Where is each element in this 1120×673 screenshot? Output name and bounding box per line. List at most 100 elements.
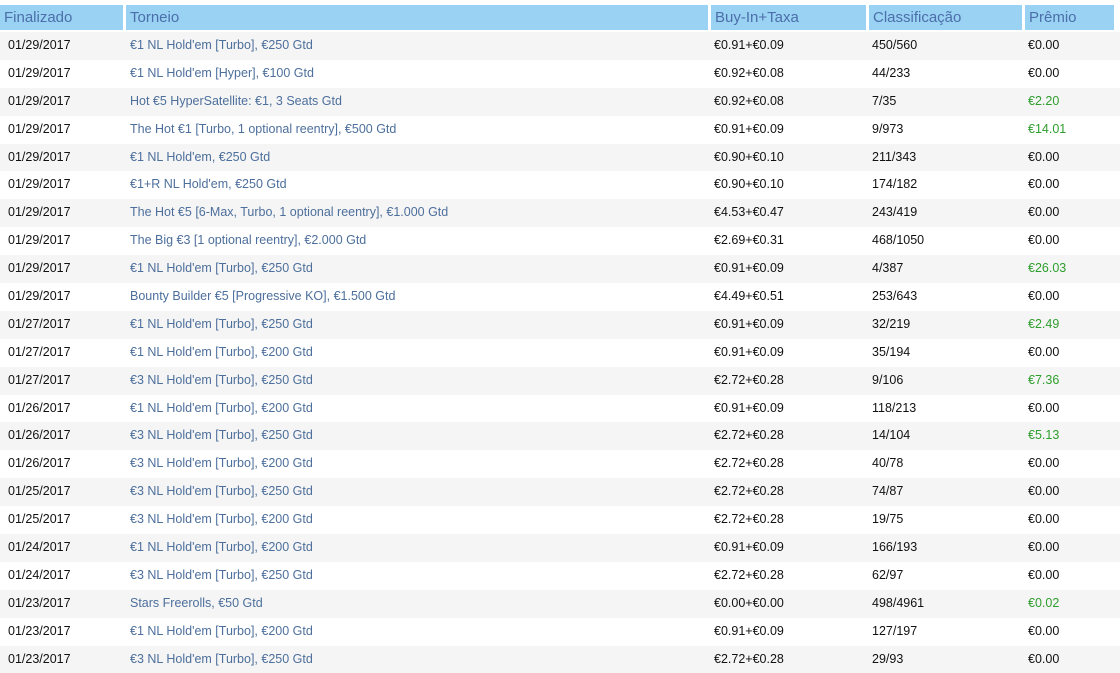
tournament-name-link[interactable]: Bounty Builder €5 [Progressive KO], €1.5… bbox=[122, 283, 706, 311]
table-row[interactable]: 01/29/2017 Hot €5 HyperSatellite: €1, 3 S… bbox=[0, 87, 1120, 116]
tournament-name-link[interactable]: €3 NL Hold'em [Turbo], €250 Gtd bbox=[122, 422, 706, 450]
finished-date-cell: 01/24/2017 bbox=[8, 567, 71, 582]
prize-cell: €0.00 bbox=[1028, 65, 1060, 80]
finished-date-cell: 01/25/2017 bbox=[8, 484, 71, 499]
finished-date-cell: 01/29/2017 bbox=[8, 205, 71, 220]
table-row[interactable]: 01/26/2017 €3 NL Hold'em [Turbo], €250 Gt… bbox=[0, 422, 1120, 451]
finished-date-cell: 01/27/2017 bbox=[8, 316, 71, 331]
column-header-finalizado[interactable]: Finalizado bbox=[0, 5, 123, 30]
finished-date-cell: 01/29/2017 bbox=[8, 177, 71, 192]
column-header-buyin[interactable]: Buy-In+Taxa bbox=[711, 5, 866, 30]
tournament-name-link[interactable]: €1 NL Hold'em, €250 Gtd bbox=[122, 144, 706, 172]
tournament-name-link[interactable]: €3 NL Hold'em [Turbo], €250 Gtd bbox=[122, 478, 706, 506]
buyin-cell: €2.72+€0.28 bbox=[714, 567, 784, 582]
tournament-name-link[interactable]: €3 NL Hold'em [Turbo], €200 Gtd bbox=[122, 506, 706, 534]
prize-cell: €0.00 bbox=[1028, 233, 1060, 248]
finished-date-cell: 01/23/2017 bbox=[8, 651, 71, 666]
prize-cell: €2.49 bbox=[1028, 316, 1060, 331]
table-row[interactable]: 01/26/2017 €3 NL Hold'em [Turbo], €200 Gt… bbox=[0, 450, 1120, 479]
finished-date-cell: 01/26/2017 bbox=[8, 400, 71, 415]
table-row[interactable]: 01/23/2017 €3 NL Hold'em [Turbo], €250 Gt… bbox=[0, 645, 1120, 673]
tournament-name-link[interactable]: €1+R NL Hold'em, €250 Gtd bbox=[122, 171, 706, 199]
buyin-cell: €0.91+€0.09 bbox=[714, 121, 784, 136]
prize-cell: €0.00 bbox=[1028, 540, 1060, 555]
table-row[interactable]: 01/27/2017 €1 NL Hold'em [Turbo], €200 Gt… bbox=[0, 338, 1120, 367]
table-header: Finalizado Torneio Buy-In+Taxa Classific… bbox=[0, 0, 1120, 31]
tournament-name-link[interactable]: The Big €3 [1 optional reentry], €2.000 … bbox=[122, 227, 706, 255]
table-row[interactable]: 01/29/2017 €1 NL Hold'em [Turbo], €250 Gt… bbox=[0, 32, 1120, 60]
table-row[interactable]: 01/29/2017 €1 NL Hold'em [Turbo], €250 Gt… bbox=[0, 255, 1120, 284]
table-row[interactable]: 01/29/2017 The Big €3 [1 optional reentry… bbox=[0, 227, 1120, 256]
table-row[interactable]: 01/29/2017 €1 NL Hold'em, €250 Gtd €0.90+€… bbox=[0, 143, 1120, 172]
tournament-name-link[interactable]: €1 NL Hold'em [Turbo], €200 Gtd bbox=[122, 395, 706, 423]
tournament-name-link[interactable]: €3 NL Hold'em [Turbo], €200 Gtd bbox=[122, 450, 706, 478]
finished-date-cell: 01/26/2017 bbox=[8, 456, 71, 471]
rank-cell: 450/560 bbox=[872, 38, 918, 52]
finished-date-cell: 01/24/2017 bbox=[8, 540, 71, 555]
tournament-name-link[interactable]: €3 NL Hold'em [Turbo], €250 Gtd bbox=[122, 646, 706, 673]
table-row[interactable]: 01/23/2017 €1 NL Hold'em [Turbo], €200 Gt… bbox=[0, 617, 1120, 646]
prize-cell: €0.00 bbox=[1028, 177, 1060, 192]
prize-cell: €7.36 bbox=[1028, 372, 1060, 387]
tournament-name-link[interactable]: Stars Freerolls, €50 Gtd bbox=[122, 590, 706, 618]
table-row[interactable]: 01/23/2017 Stars Freerolls, €50 Gtd €0.00+… bbox=[0, 589, 1120, 618]
buyin-cell: €2.72+€0.28 bbox=[714, 428, 784, 443]
prize-cell: €5.13 bbox=[1028, 428, 1060, 443]
tournament-name-link[interactable]: €1 NL Hold'em [Turbo], €250 Gtd bbox=[122, 255, 706, 283]
finished-date-cell: 01/29/2017 bbox=[8, 65, 71, 80]
table-row[interactable]: 01/24/2017 €3 NL Hold'em [Turbo], €250 Gt… bbox=[0, 561, 1120, 590]
table-row[interactable]: 01/26/2017 €1 NL Hold'em [Turbo], €200 Gt… bbox=[0, 394, 1120, 423]
tournament-name-link[interactable]: Hot €5 HyperSatellite: €1, 3 Seats Gtd bbox=[122, 88, 706, 116]
tournament-name-link[interactable]: €3 NL Hold'em [Turbo], €250 Gtd bbox=[122, 367, 706, 395]
column-header-premio[interactable]: Prêmio bbox=[1025, 5, 1114, 30]
buyin-cell: €0.91+€0.09 bbox=[714, 261, 784, 276]
finished-date-cell: 01/29/2017 bbox=[8, 149, 71, 164]
rank-cell: 35/194 bbox=[872, 344, 911, 359]
table-row[interactable]: 01/25/2017 €3 NL Hold'em [Turbo], €200 Gt… bbox=[0, 506, 1120, 535]
finished-date-cell: 01/29/2017 bbox=[8, 261, 71, 276]
prize-cell: €0.00 bbox=[1028, 651, 1060, 666]
table-row[interactable]: 01/29/2017 Bounty Builder €5 [Progressive… bbox=[0, 283, 1120, 311]
table-body: 01/29/2017 €1 NL Hold'em [Turbo], €250 Gt… bbox=[0, 32, 1120, 673]
prize-cell: €0.02 bbox=[1028, 595, 1060, 610]
table-row[interactable]: 01/24/2017 €1 NL Hold'em [Turbo], €200 Gt… bbox=[0, 534, 1120, 562]
tournament-name-link[interactable]: The Hot €1 [Turbo, 1 optional reentry], … bbox=[122, 116, 706, 144]
tournament-name-link[interactable]: €1 NL Hold'em [Turbo], €200 Gtd bbox=[122, 339, 706, 367]
table-row[interactable]: 01/29/2017 The Hot €5 [6-Max, Turbo, 1 op… bbox=[0, 199, 1120, 228]
finished-date-cell: 01/25/2017 bbox=[8, 512, 71, 527]
rank-cell: 74/87 bbox=[872, 484, 904, 499]
tournament-name-link[interactable]: €1 NL Hold'em [Turbo], €250 Gtd bbox=[122, 311, 706, 339]
buyin-cell: €0.91+€0.09 bbox=[714, 38, 784, 52]
rank-cell: 7/35 bbox=[872, 93, 897, 108]
rank-cell: 44/233 bbox=[872, 65, 911, 80]
tournament-name-link[interactable]: €3 NL Hold'em [Turbo], €250 Gtd bbox=[122, 562, 706, 590]
table-row[interactable]: 01/29/2017 €1+R NL Hold'em, €250 Gtd €0.90… bbox=[0, 171, 1120, 200]
buyin-cell: €0.91+€0.09 bbox=[714, 540, 784, 555]
table-row[interactable]: 01/29/2017 The Hot €1 [Turbo, 1 optional … bbox=[0, 115, 1120, 144]
table-row[interactable]: 01/29/2017 €1 NL Hold'em [Hyper], €100 Gt… bbox=[0, 59, 1120, 88]
column-header-classificacao[interactable]: Classificação bbox=[869, 5, 1022, 30]
tournament-name-link[interactable]: €1 NL Hold'em [Turbo], €250 Gtd bbox=[122, 32, 706, 60]
buyin-cell: €0.90+€0.10 bbox=[714, 149, 784, 164]
prize-cell: €2.20 bbox=[1028, 93, 1060, 108]
column-header-torneio[interactable]: Torneio bbox=[126, 5, 708, 30]
finished-date-cell: 01/27/2017 bbox=[8, 372, 71, 387]
table-row[interactable]: 01/25/2017 €3 NL Hold'em [Turbo], €250 Gt… bbox=[0, 478, 1120, 507]
buyin-cell: €2.72+€0.28 bbox=[714, 372, 784, 387]
buyin-cell: €2.72+€0.28 bbox=[714, 651, 784, 666]
prize-cell: €14.01 bbox=[1028, 121, 1067, 136]
table-row[interactable]: 01/27/2017 €1 NL Hold'em [Turbo], €250 Gt… bbox=[0, 310, 1120, 339]
prize-cell: €0.00 bbox=[1028, 512, 1060, 527]
rank-cell: 498/4961 bbox=[872, 595, 925, 610]
rank-cell: 211/343 bbox=[872, 149, 917, 164]
table-row[interactable]: 01/27/2017 €3 NL Hold'em [Turbo], €250 Gt… bbox=[0, 366, 1120, 395]
rank-cell: 127/197 bbox=[872, 623, 918, 638]
finished-date-cell: 01/23/2017 bbox=[8, 623, 71, 638]
tournament-name-link[interactable]: €1 NL Hold'em [Hyper], €100 Gtd bbox=[122, 60, 706, 88]
tournament-history-table: Finalizado Torneio Buy-In+Taxa Classific… bbox=[0, 0, 1120, 31]
tournament-name-link[interactable]: €1 NL Hold'em [Turbo], €200 Gtd bbox=[122, 618, 706, 646]
prize-cell: €0.00 bbox=[1028, 400, 1060, 415]
tournament-name-link[interactable]: €1 NL Hold'em [Turbo], €200 Gtd bbox=[122, 534, 706, 562]
tournament-name-link[interactable]: The Hot €5 [6-Max, Turbo, 1 optional ree… bbox=[122, 199, 706, 227]
rank-cell: 118/213 bbox=[872, 400, 917, 415]
